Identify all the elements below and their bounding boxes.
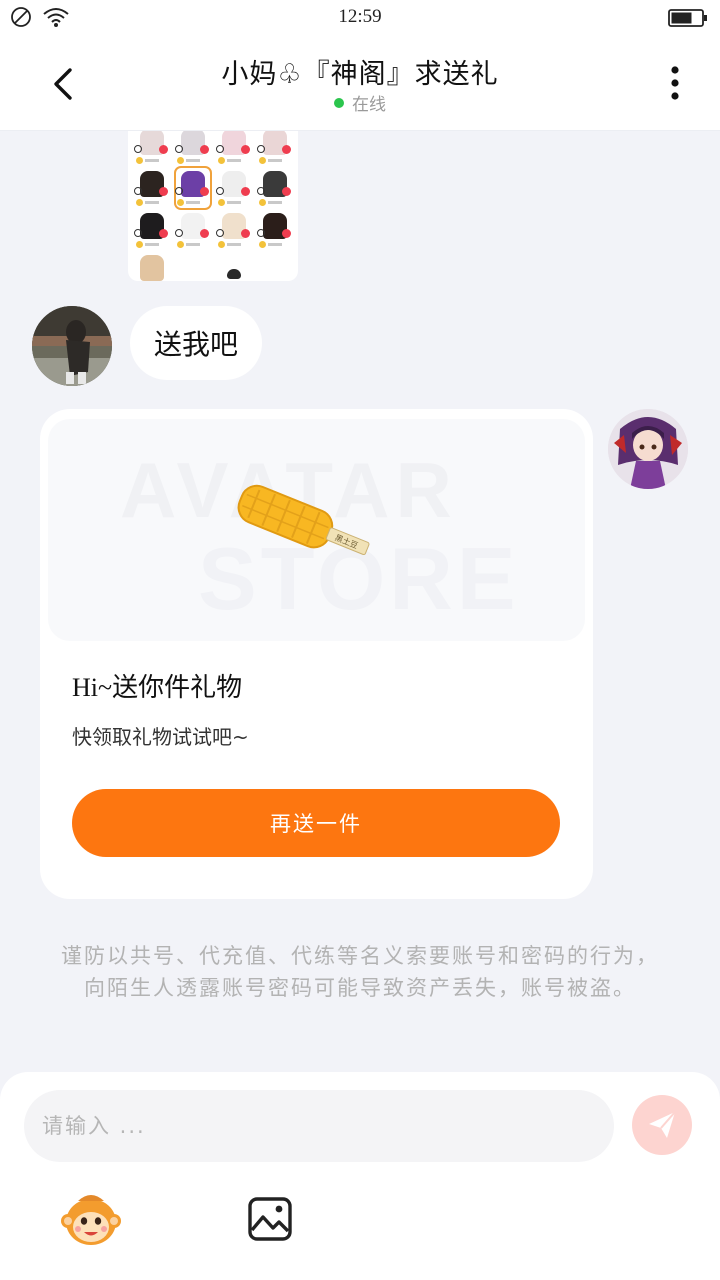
thumb-item bbox=[134, 167, 170, 209]
status-time: 12:59 bbox=[338, 6, 382, 27]
gift-title-prefix: Hi~ bbox=[72, 673, 113, 702]
battery-icon bbox=[668, 9, 707, 27]
chat-header: 小妈♧『神阁』求送礼 在线 bbox=[0, 36, 720, 131]
chat-title: 小妈♧『神阁』求送礼 bbox=[221, 59, 499, 90]
emoji-monkey-icon bbox=[61, 1195, 121, 1245]
safety-warning: 谨防以共号、代充值、代练等名义索要账号和密码的行为，向陌生人透露账号密码可能导致… bbox=[61, 944, 659, 1000]
thumb-item bbox=[175, 209, 211, 251]
online-status: 在线 bbox=[0, 90, 720, 115]
my-avatar[interactable] bbox=[608, 409, 688, 489]
thumb-item bbox=[175, 251, 211, 281]
message-bubble[interactable]: 送我吧 bbox=[130, 306, 263, 380]
more-button[interactable] bbox=[660, 64, 690, 104]
thumb-item bbox=[257, 251, 293, 281]
status-bar: 12:59 bbox=[0, 0, 720, 36]
gift-list-thumbnail bbox=[134, 131, 293, 281]
avatar-image-icon bbox=[32, 306, 112, 386]
thumb-item bbox=[134, 209, 170, 251]
send-button[interactable] bbox=[632, 1095, 692, 1155]
send-another-button[interactable]: 再送一件 bbox=[72, 789, 560, 857]
thumb-item bbox=[257, 167, 293, 209]
thumb-item bbox=[257, 131, 293, 167]
thumb-item bbox=[216, 209, 252, 251]
online-status-label: 在线 bbox=[352, 95, 386, 115]
image-button[interactable] bbox=[246, 1195, 294, 1243]
gift-card[interactable]: AVATAR STORE 黑土豆 Hi~送你件礼物 快领取礼物试试吧~ 再送一件 bbox=[40, 409, 593, 899]
gift-banner-art: AVATAR STORE 黑土豆 bbox=[120, 446, 516, 628]
more-vertical-icon bbox=[671, 66, 679, 100]
thumb-item bbox=[216, 167, 252, 209]
chat-screen: 12:59 小妈♧『神阁』求送礼 在线 送我吧 AVATAR STORE 黑土豆… bbox=[0, 0, 720, 1280]
thumb-item bbox=[257, 209, 293, 251]
gift-subtitle: 快领取礼物试试吧~ bbox=[72, 725, 249, 749]
emoji-button[interactable] bbox=[60, 1189, 122, 1251]
thumb-item bbox=[216, 131, 252, 167]
thumb-item-selected bbox=[174, 166, 212, 210]
gift-banner: AVATAR STORE 黑土豆 bbox=[48, 419, 585, 641]
thumb-item bbox=[216, 251, 252, 281]
send-icon bbox=[649, 1111, 676, 1138]
gift-title: Hi~送你件礼物 bbox=[72, 667, 242, 704]
online-dot bbox=[334, 98, 344, 108]
message-input[interactable] bbox=[24, 1090, 614, 1162]
gift-title-text: 送你件礼物 bbox=[112, 673, 243, 703]
thumb-item bbox=[134, 251, 170, 281]
image-message[interactable] bbox=[128, 131, 298, 281]
thumb-item bbox=[134, 131, 170, 167]
thumb-item bbox=[175, 131, 211, 167]
input-panel bbox=[0, 1072, 720, 1280]
avatar-image-icon bbox=[608, 409, 688, 489]
sender-avatar[interactable] bbox=[32, 306, 112, 386]
image-icon bbox=[248, 1197, 292, 1241]
